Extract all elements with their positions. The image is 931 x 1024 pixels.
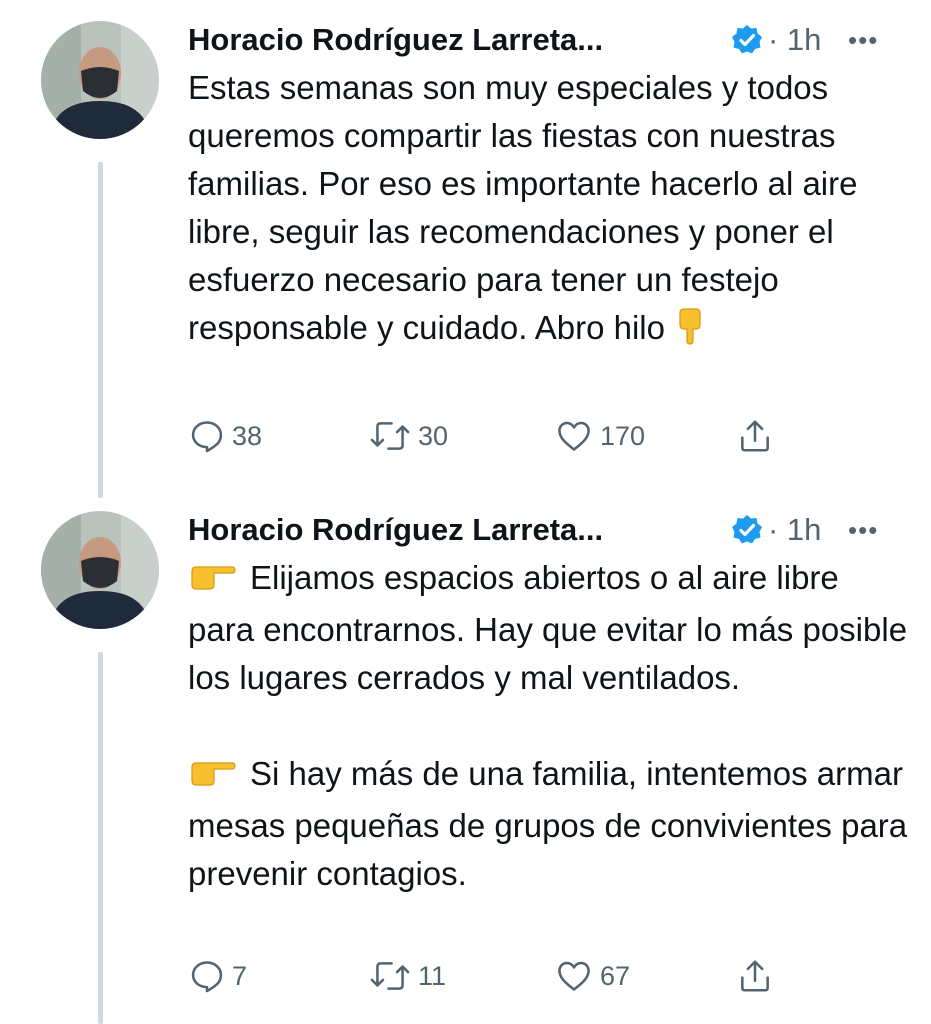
tweet-2[interactable]: Horacio Rodríguez Larreta... · 1h ••• El…	[0, 490, 931, 1024]
thread-line	[98, 162, 103, 498]
author-name[interactable]: Horacio Rodríguez Larreta...	[188, 510, 603, 550]
share-button[interactable]	[736, 414, 774, 458]
pointing-right-emoji-icon	[188, 754, 236, 802]
tweet-actions: 38 30 170	[188, 414, 808, 458]
reply-icon	[191, 421, 223, 453]
tweet-text-content: Estas semanas son muy especiales y todos…	[188, 69, 867, 346]
heart-icon	[558, 961, 590, 991]
tweet-paragraph-2: Si hay más de una familia, intentemos ar…	[188, 755, 917, 892]
tweet-1[interactable]: Horacio Rodríguez Larreta... · 1h ••• Es…	[0, 0, 931, 500]
verified-badge-icon	[730, 23, 764, 57]
share-icon	[741, 960, 769, 992]
like-button[interactable]: 67	[554, 954, 630, 998]
tweet-header: Horacio Rodríguez Larreta... · 1h •••	[188, 510, 908, 550]
retweet-count: 30	[418, 420, 449, 451]
timestamp[interactable]: · 1h	[768, 510, 821, 550]
thread-line	[98, 652, 103, 1024]
tweet-text: Estas semanas son muy especiales y todos…	[188, 64, 908, 358]
retweet-count: 11	[418, 960, 447, 991]
reply-count: 38	[232, 420, 263, 451]
tweet-text: Elijamos espacios abiertos o al aire lib…	[188, 554, 908, 898]
retweet-icon	[370, 422, 410, 450]
tweet-actions: 7 11 67	[188, 954, 808, 998]
tweet-header: Horacio Rodríguez Larreta... · 1h •••	[188, 20, 908, 60]
retweet-icon	[370, 962, 410, 990]
like-count: 170	[600, 420, 646, 451]
author-name[interactable]: Horacio Rodríguez Larreta...	[188, 20, 603, 60]
verified-badge-icon	[730, 513, 764, 547]
more-options-icon[interactable]: •••	[848, 510, 878, 550]
share-icon	[741, 420, 769, 452]
reply-button[interactable]: 38	[188, 414, 262, 458]
more-options-icon[interactable]: •••	[848, 20, 878, 60]
avatar[interactable]	[41, 511, 159, 629]
reply-icon	[191, 961, 223, 993]
like-button[interactable]: 170	[554, 414, 645, 458]
reply-count: 7	[232, 960, 248, 991]
reply-button[interactable]: 7	[188, 954, 247, 998]
share-button[interactable]	[736, 954, 774, 998]
retweet-button[interactable]: 30	[368, 414, 448, 458]
timestamp[interactable]: · 1h	[768, 20, 821, 60]
pointing-down-emoji-icon	[675, 307, 705, 358]
heart-icon	[558, 421, 590, 451]
pointing-right-emoji-icon	[188, 558, 236, 606]
like-count: 67	[600, 960, 631, 991]
retweet-button[interactable]: 11	[368, 954, 446, 998]
avatar[interactable]	[41, 21, 159, 139]
tweet-paragraph-1: Elijamos espacios abiertos o al aire lib…	[188, 559, 917, 696]
